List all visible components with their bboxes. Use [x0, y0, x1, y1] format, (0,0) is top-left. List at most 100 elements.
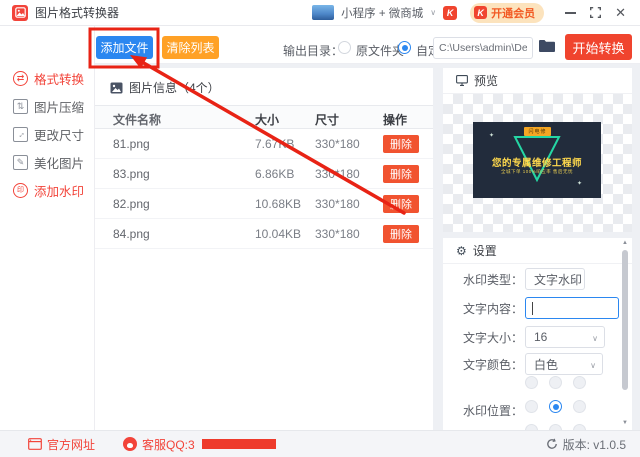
sparkle-icon: ✦ [489, 133, 495, 139]
watermark-icon: 印 [13, 182, 28, 198]
table-header-row: 文件名称 大小 尺寸 操作 [95, 105, 433, 129]
maximize-button[interactable] [590, 7, 602, 18]
cell-filename: 82.png [113, 197, 150, 211]
scrollbar-thumb[interactable] [622, 250, 628, 390]
cell-dims: 330*180 [315, 167, 360, 181]
position-radio-top-left[interactable] [525, 376, 538, 389]
add-files-button[interactable]: 添加文件 [96, 36, 153, 59]
preview-header: 预览 [474, 74, 499, 88]
delete-row-button[interactable]: 删除 [383, 195, 419, 213]
sidebar-item-beautify[interactable]: ✎ 美化图片 [13, 152, 84, 172]
text-size-label: 文字大小： [463, 330, 524, 345]
image-info-icon [110, 82, 123, 93]
col-filename: 文件名称 [113, 113, 162, 127]
resize-icon: ↔ [13, 126, 28, 142]
delete-row-button[interactable]: 删除 [383, 135, 419, 153]
beautify-icon: ✎ [13, 154, 28, 170]
compress-icon: ⇅ [13, 98, 28, 114]
support-qq: 客服QQ:3 [123, 436, 276, 453]
app-window: 图片格式转换器 小程序 + 微商城 ∨ K K 开通会员 ✕ ⇄ 格式转换 ⇅ … [0, 0, 640, 457]
settings-header: 设置 [472, 244, 497, 258]
scroll-up-icon[interactable]: ▲ [621, 240, 629, 246]
chevron-down-icon: ∨ [590, 361, 596, 370]
position-radio-center[interactable] [549, 400, 562, 413]
clear-list-button[interactable]: 清除列表 [162, 36, 219, 59]
cell-size: 7.67KB [255, 137, 295, 151]
chevron-down-icon: ∨ [592, 334, 598, 343]
preview-icon [456, 75, 468, 86]
col-dims: 尺寸 [315, 113, 340, 127]
sidebar-item-resize[interactable]: ↔ 更改尺寸 [13, 124, 84, 144]
browse-folder-icon[interactable] [539, 39, 555, 57]
sidebar-item-format-convert[interactable]: ⇄ 格式转换 [13, 68, 84, 88]
app-logo-icon [12, 4, 28, 21]
chevron-down-icon: ∨ [572, 276, 578, 285]
table-row: 83.png 6.86KB 330*180 删除 [95, 159, 433, 189]
watermark-type-label: 水印类型： [463, 272, 524, 287]
col-action: 操作 [383, 113, 408, 127]
start-convert-button[interactable]: 开始转换 [565, 34, 632, 60]
watermark-type-select[interactable]: 文字水印 ∨ [525, 268, 585, 290]
account-avatar [312, 5, 335, 20]
output-path-input[interactable] [433, 37, 533, 59]
cell-size: 6.86KB [255, 167, 295, 181]
chevron-down-icon[interactable]: ∨ [430, 8, 436, 17]
vip-label: 开通会员 [491, 7, 536, 20]
preview-image: ✦ ✦ 闪电修 您的专属维修工程师 全城下单 100%响应率 售后无忧 [473, 122, 601, 198]
cell-dims: 330*180 [315, 197, 360, 211]
version-label: 版本: v1.0.5 [562, 437, 626, 452]
sidebar-item-image-compress[interactable]: ⇅ 图片压缩 [13, 96, 84, 116]
status-bar: 官方网址 客服QQ:3 版本: v1.0.5 [0, 430, 640, 457]
position-radio-top-right[interactable] [573, 376, 586, 389]
gear-icon: ⚙ [456, 243, 467, 258]
file-list-panel: 图片信息（4个） 文件名称 大小 尺寸 操作 81.png 7.67KB 330… [95, 68, 433, 430]
convert-icon: ⇄ [13, 70, 28, 86]
delete-row-button[interactable]: 删除 [383, 225, 419, 243]
sparkle-icon: ✦ [577, 181, 583, 187]
minimize-button[interactable] [565, 11, 577, 14]
preview-subtitle-text: 全城下单 100%响应率 售后无忧 [500, 169, 573, 174]
settings-scrollbar[interactable]: ▲ ▼ [621, 240, 629, 426]
sidebar-item-watermark[interactable]: 印 添加水印 [13, 180, 84, 200]
version-area: 版本: v1.0.5 [546, 436, 626, 453]
radio-original-folder[interactable] [338, 41, 351, 54]
preview-badge: 闪电修 [524, 127, 551, 136]
position-radio-middle-right[interactable] [573, 400, 586, 413]
delete-row-button[interactable]: 删除 [383, 165, 419, 183]
table-row: 84.png 10.04KB 330*180 删除 [95, 219, 433, 249]
close-button[interactable]: ✕ [615, 6, 626, 19]
official-site-link[interactable]: 官方网址 [28, 436, 95, 453]
scroll-down-icon[interactable]: ▼ [621, 420, 629, 426]
col-size: 大小 [255, 113, 280, 127]
open-vip-button[interactable]: K 开通会员 [470, 2, 545, 23]
cell-filename: 81.png [113, 137, 150, 151]
update-refresh-icon[interactable] [546, 438, 558, 450]
position-radio-top-center[interactable] [549, 376, 562, 389]
cell-filename: 84.png [113, 227, 150, 241]
cell-size: 10.04KB [255, 227, 302, 241]
preview-title-text: 您的专属维修工程师 [491, 158, 582, 169]
cell-size: 10.68KB [255, 197, 302, 211]
text-size-select[interactable]: 16 ∨ [525, 326, 605, 348]
settings-panel: ⚙ 设置 水印类型： 文字水印 ∨ 文字内容： 文字大小： 16 ∨ 文字颜色： [443, 238, 632, 430]
file-list-header: 图片信息（4个） [129, 81, 220, 95]
text-color-label: 文字颜色： [463, 357, 524, 372]
table-row: 81.png 7.67KB 330*180 删除 [95, 129, 433, 159]
cell-dims: 330*180 [315, 137, 360, 151]
radio-original-folder-label[interactable]: 原文件夹 [356, 42, 404, 59]
output-dir-label: 输出目录： [283, 44, 344, 58]
table-row: 82.png 10.68KB 330*180 删除 [95, 189, 433, 219]
account-label[interactable]: 小程序 + 微商城 [341, 5, 423, 21]
text-content-input[interactable] [525, 297, 619, 319]
radio-custom-folder[interactable] [398, 41, 411, 54]
text-color-select[interactable]: 白色 ∨ [525, 353, 603, 375]
title-bar: 图片格式转换器 小程序 + 微商城 ∨ K K 开通会员 ✕ [0, 0, 640, 26]
qq-icon [123, 437, 138, 451]
cell-filename: 83.png [113, 167, 150, 181]
transparency-checkerboard: ✦ ✦ 闪电修 您的专属维修工程师 全城下单 100%响应率 售后无忧 [443, 94, 632, 232]
position-radio-middle-left[interactable] [525, 400, 538, 413]
window-title: 图片格式转换器 [35, 6, 120, 20]
text-cursor [532, 302, 533, 315]
qq-number-redaction [201, 439, 276, 449]
website-icon [28, 438, 42, 450]
